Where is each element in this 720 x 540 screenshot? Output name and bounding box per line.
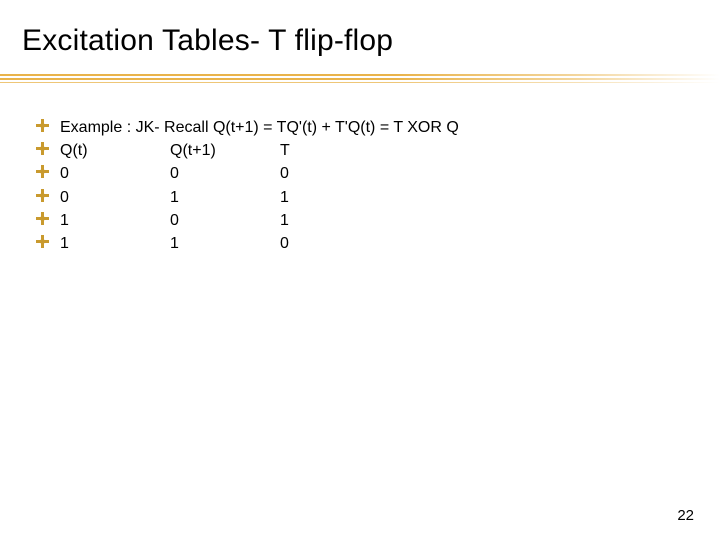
title-underline xyxy=(0,74,720,86)
cell: 0 xyxy=(280,162,340,185)
underline-bar xyxy=(0,78,720,80)
cell: 1 xyxy=(280,209,340,232)
table-row: 0 1 1 xyxy=(60,186,340,209)
cell: 0 xyxy=(60,186,170,209)
slide: Excitation Tables- T flip-flop Example :… xyxy=(0,0,720,540)
cell: 1 xyxy=(60,232,170,255)
underline-bar xyxy=(0,74,720,76)
list-item: 1 0 1 xyxy=(36,209,459,232)
table-row: 1 0 1 xyxy=(60,209,340,232)
col-header: Q(t) xyxy=(60,139,170,162)
bullet-icon xyxy=(36,119,50,133)
slide-title: Excitation Tables- T flip-flop xyxy=(22,24,393,58)
page-number: 22 xyxy=(677,507,694,524)
list-item: 0 1 1 xyxy=(36,186,459,209)
bullet-icon xyxy=(36,235,50,249)
cell: 1 xyxy=(280,186,340,209)
list-item: Example : JK- Recall Q(t+1) = TQ'(t) + T… xyxy=(36,116,459,139)
cell: 0 xyxy=(60,162,170,185)
bullet-icon xyxy=(36,142,50,156)
bullet-icon xyxy=(36,165,50,179)
bullet-list: Example : JK- Recall Q(t+1) = TQ'(t) + T… xyxy=(36,116,459,255)
cell: 1 xyxy=(60,209,170,232)
table-row: 1 1 0 xyxy=(60,232,340,255)
cell: 1 xyxy=(170,186,280,209)
table-row: 0 0 0 xyxy=(60,162,340,185)
cell: 1 xyxy=(170,232,280,255)
cell: 0 xyxy=(170,162,280,185)
table-header: Q(t) Q(t+1) T xyxy=(60,139,340,162)
bullet-icon xyxy=(36,212,50,226)
list-item-text: Example : JK- Recall Q(t+1) = TQ'(t) + T… xyxy=(60,116,459,139)
underline-bar xyxy=(0,82,720,83)
list-item: 1 1 0 xyxy=(36,232,459,255)
col-header: T xyxy=(280,139,340,162)
cell: 0 xyxy=(170,209,280,232)
cell: 0 xyxy=(280,232,340,255)
list-item: Q(t) Q(t+1) T xyxy=(36,139,459,162)
col-header: Q(t+1) xyxy=(170,139,280,162)
list-item: 0 0 0 xyxy=(36,162,459,185)
bullet-icon xyxy=(36,189,50,203)
